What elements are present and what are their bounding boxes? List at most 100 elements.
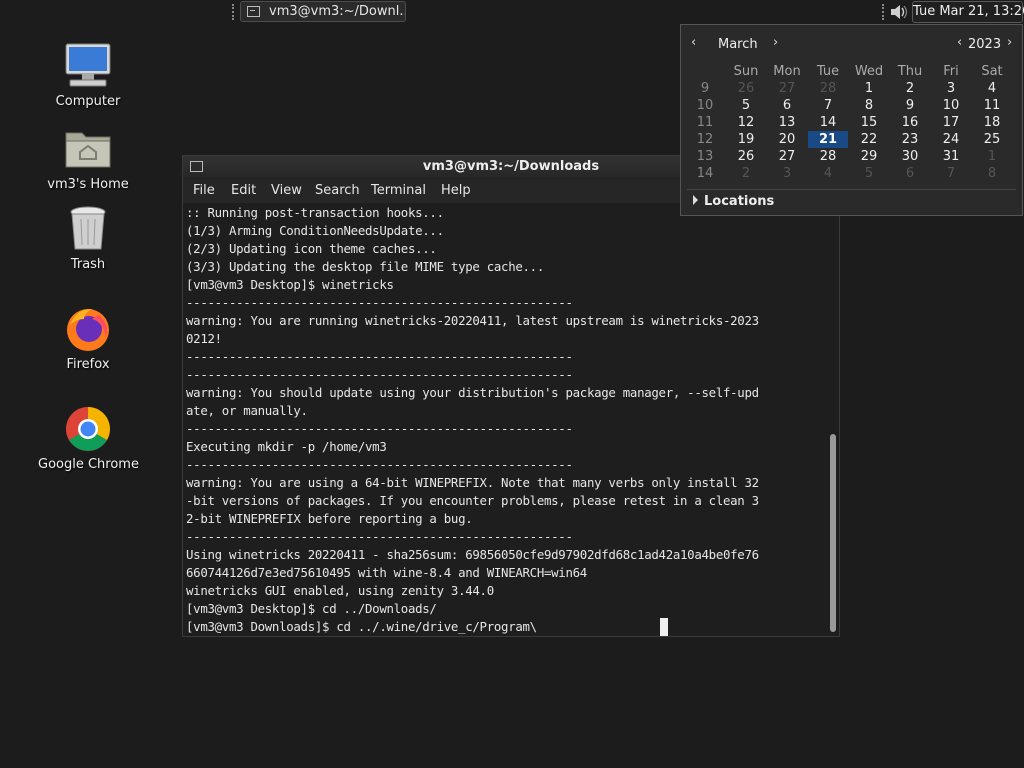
calendar-day[interactable]: 11 (972, 97, 1012, 114)
desktop-icon-chrome[interactable]: Google Chrome (38, 405, 139, 472)
terminal-scrollbar[interactable] (827, 204, 838, 636)
terminal-line: (3/3) Updating the desktop file MIME typ… (186, 259, 544, 274)
week-number: 12 (696, 132, 714, 147)
calendar-week-row: 13 26 27 28 29 30 31 1 (690, 148, 1020, 165)
calendar-day[interactable]: 12 (726, 114, 766, 131)
calendar-day[interactable]: 3 (931, 80, 971, 97)
desktop-icon-label: Trash (70, 257, 106, 272)
calendar-day[interactable]: 18 (972, 114, 1012, 131)
menu-terminal[interactable]: Terminal (371, 179, 426, 203)
calendar-day[interactable]: 4 (808, 165, 848, 182)
clock-button[interactable]: Tue Mar 21, 13:26 (912, 1, 1024, 23)
terminal-line: 660744126d7e3ed75610495 with wine-8.4 an… (186, 565, 587, 580)
calendar-day[interactable]: 23 (890, 131, 930, 148)
calendar-day[interactable]: 20 (767, 131, 807, 148)
calendar-day[interactable]: 6 (767, 97, 807, 114)
calendar-day[interactable]: 2 (890, 80, 930, 97)
calendar-day[interactable]: 15 (849, 114, 889, 131)
terminal-line: 2-bit WINEPREFIX before reporting a bug. (186, 511, 473, 526)
calendar-day[interactable]: 30 (890, 148, 930, 165)
next-year-icon[interactable]: › (1007, 35, 1012, 50)
terminal-line: Executing mkdir -p /home/vm3 (186, 439, 387, 454)
calendar-week-row: 11 12 13 14 15 16 17 18 (690, 114, 1020, 131)
week-number: 14 (696, 166, 714, 181)
calendar-day[interactable]: 9 (890, 97, 930, 114)
desktop-icon-computer[interactable]: Computer (38, 42, 138, 109)
calendar-day[interactable]: 16 (890, 114, 930, 131)
terminal-line: Using winetricks 20220411 - sha256sum: 6… (186, 547, 759, 562)
calendar-day[interactable]: 28 (808, 148, 848, 165)
calendar-day[interactable]: 8 (849, 97, 889, 114)
weekday-header: Tue (816, 64, 840, 79)
terminal-line: (2/3) Updating icon theme caches... (186, 241, 437, 256)
next-month-icon[interactable]: › (773, 35, 778, 50)
calendar-day[interactable]: 2 (726, 165, 766, 182)
calendar-day[interactable]: 1 (972, 148, 1012, 165)
calendar-weeks: 9 26 27 28 1 2 3 4 10 5 6 7 8 9 10 11 11 12 13 14 15 16 17 18 12… (690, 80, 1020, 182)
calendar-day-today[interactable]: 21 (808, 131, 848, 148)
calendar-week-row: 14 2 3 4 5 6 7 8 (690, 165, 1020, 182)
calendar-day[interactable]: 14 (808, 114, 848, 131)
terminal-cursor (660, 618, 668, 636)
menu-file[interactable]: File (193, 179, 215, 203)
desktop-icon-trash[interactable]: Trash (38, 205, 138, 272)
calendar-day[interactable]: 22 (849, 131, 889, 148)
desktop-icon-label: vm3's Home (47, 177, 129, 192)
calendar-day[interactable]: 6 (890, 165, 930, 182)
menu-help[interactable]: Help (441, 179, 471, 203)
calendar-day[interactable]: 8 (972, 165, 1012, 182)
calendar-day[interactable]: 3 (767, 165, 807, 182)
terminal-line: ----------------------------------------… (186, 367, 573, 382)
calendar-day[interactable]: 27 (767, 80, 807, 97)
menu-search[interactable]: Search (315, 179, 360, 203)
terminal-line: winetricks GUI enabled, using zenity 3.4… (186, 583, 494, 598)
scrollbar-thumb[interactable] (830, 434, 836, 632)
terminal-line: ate, or manually. (186, 403, 308, 418)
calendar-day[interactable]: 26 (726, 148, 766, 165)
calendar-day[interactable]: 29 (849, 148, 889, 165)
menu-edit[interactable]: Edit (231, 179, 256, 203)
prev-year-icon[interactable]: ‹ (957, 35, 962, 50)
taskbar-window-label: vm3@vm3:~/Downl... (269, 4, 406, 19)
chrome-icon (62, 405, 114, 451)
calendar-day[interactable]: 7 (808, 97, 848, 114)
calendar-day[interactable]: 13 (767, 114, 807, 131)
terminal-icon (247, 6, 260, 17)
terminal-line: (1/3) Arming ConditionNeedsUpdate... (186, 223, 444, 238)
terminal-line: ----------------------------------------… (186, 457, 573, 472)
desktop-icon-home[interactable]: vm3's Home (38, 125, 138, 192)
weekday-header: Thu (897, 64, 923, 79)
calendar-day[interactable]: 31 (931, 148, 971, 165)
calendar-day[interactable]: 28 (808, 80, 848, 97)
calendar-day[interactable]: 5 (726, 97, 766, 114)
desktop-icon-label: Google Chrome (38, 457, 139, 472)
calendar-day[interactable]: 7 (931, 165, 971, 182)
volume-icon[interactable] (889, 3, 909, 21)
taskbar-window-button[interactable]: vm3@vm3:~/Downl... (240, 1, 406, 22)
calendar-grid: Sun Mon Tue Wed Thu Fri Sat 9 26 27 28 1 2 3 4 1… (690, 63, 1020, 182)
desktop-icon-firefox[interactable]: Firefox (38, 305, 138, 372)
calendar-year: 2023 (968, 37, 1002, 52)
weekday-header: Wed (854, 64, 884, 79)
calendar-divider (687, 189, 1016, 190)
calendar-day[interactable]: 25 (972, 131, 1012, 148)
terminal-line: warning: You are running winetricks-2022… (186, 313, 759, 328)
calendar-day[interactable]: 19 (726, 131, 766, 148)
calendar-day[interactable]: 27 (767, 148, 807, 165)
calendar-day[interactable]: 10 (931, 97, 971, 114)
calendar-day[interactable]: 5 (849, 165, 889, 182)
weekday-header: Sun (733, 64, 759, 79)
calendar-day[interactable]: 26 (726, 80, 766, 97)
calendar-day[interactable]: 17 (931, 114, 971, 131)
terminal-window[interactable]: vm3@vm3:~/Downloads File Edit View Searc… (182, 155, 840, 637)
terminal-line: warning: You should update using your di… (186, 385, 759, 400)
terminal-output[interactable]: :: Running post-transaction hooks... (1/… (186, 204, 826, 636)
prev-month-icon[interactable]: ‹ (691, 35, 696, 50)
calendar-day[interactable]: 24 (931, 131, 971, 148)
calendar-day[interactable]: 1 (849, 80, 889, 97)
terminal-line: ----------------------------------------… (186, 295, 573, 310)
menu-view[interactable]: View (271, 179, 302, 203)
terminal-prompt-line: [vm3@vm3 Downloads]$ cd ../.wine/drive_c… (186, 619, 537, 634)
calendar-day[interactable]: 4 (972, 80, 1012, 97)
locations-expander[interactable]: Locations (693, 194, 774, 209)
